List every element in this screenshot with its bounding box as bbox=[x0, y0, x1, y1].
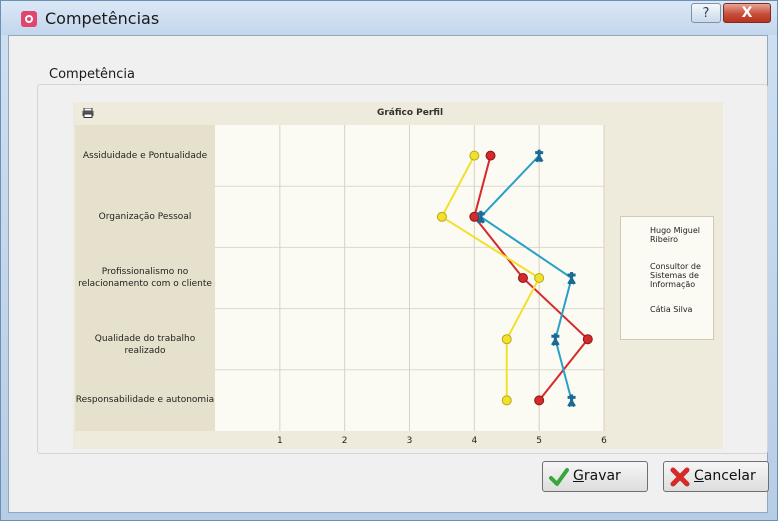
save-button-label: Gravar bbox=[573, 468, 621, 484]
category-label-line: Qualidade do trabalho realizado bbox=[94, 334, 196, 357]
category-label: Profissionalismo no relacionamento com o … bbox=[75, 266, 215, 290]
legend-item-line: Ribeiro bbox=[650, 235, 679, 244]
x-tick-label: 2 bbox=[341, 436, 348, 446]
legend-item-line: Cátia Silva bbox=[650, 305, 693, 314]
help-button[interactable]: ? bbox=[691, 3, 721, 23]
cancel-button-label: Cancelar bbox=[694, 468, 756, 484]
save-button[interactable]: Gravar bbox=[542, 461, 648, 492]
category-label-line: Profissionalismo no bbox=[101, 267, 189, 277]
x-tick-label: 4 bbox=[471, 436, 478, 446]
print-icon[interactable] bbox=[82, 108, 94, 118]
groupbox-label: Competência bbox=[47, 67, 138, 82]
plot-area bbox=[215, 125, 604, 431]
title-bar[interactable]: Competências ? X bbox=[1, 1, 777, 35]
category-label-line: Assiduidade e Pontualidade bbox=[82, 150, 208, 161]
chart-title: Gráfico Perfil bbox=[376, 108, 444, 118]
category-label-line: Responsabilidade e autonomia bbox=[75, 395, 215, 406]
legend-item-line: Consultor de bbox=[650, 262, 701, 271]
legend-item-line: Informação bbox=[650, 280, 696, 289]
close-button[interactable]: X bbox=[723, 3, 771, 23]
cancel-button[interactable]: Cancelar bbox=[663, 461, 769, 492]
x-tick-label: 3 bbox=[406, 436, 413, 446]
x-tick-label: 6 bbox=[601, 436, 607, 446]
category-label-line: relacionamento com o cliente bbox=[78, 279, 212, 289]
x-tick-label: 5 bbox=[536, 436, 543, 446]
category-label: Assiduidade e Pontualidade bbox=[75, 150, 215, 162]
category-label: Organização Pessoal bbox=[75, 211, 215, 223]
window-title: Competências bbox=[45, 9, 160, 28]
legend-item: Consultor de Sistemas de Informação bbox=[650, 262, 710, 289]
check-icon bbox=[549, 468, 569, 486]
legend-item-line: Hugo Miguel bbox=[650, 226, 701, 235]
category-label: Qualidade do trabalho realizado bbox=[75, 333, 215, 357]
legend-item-line: Sistemas de bbox=[650, 271, 699, 280]
legend-item: Hugo Miguel Ribeiro bbox=[650, 226, 710, 244]
app-icon bbox=[21, 11, 37, 27]
legend-item: Cátia Silva bbox=[650, 305, 710, 314]
category-label: Responsabilidade e autonomia bbox=[75, 394, 215, 406]
category-label-line: Organização Pessoal bbox=[98, 211, 192, 222]
x-tick-label: 1 bbox=[276, 436, 283, 446]
cross-icon bbox=[670, 467, 690, 487]
